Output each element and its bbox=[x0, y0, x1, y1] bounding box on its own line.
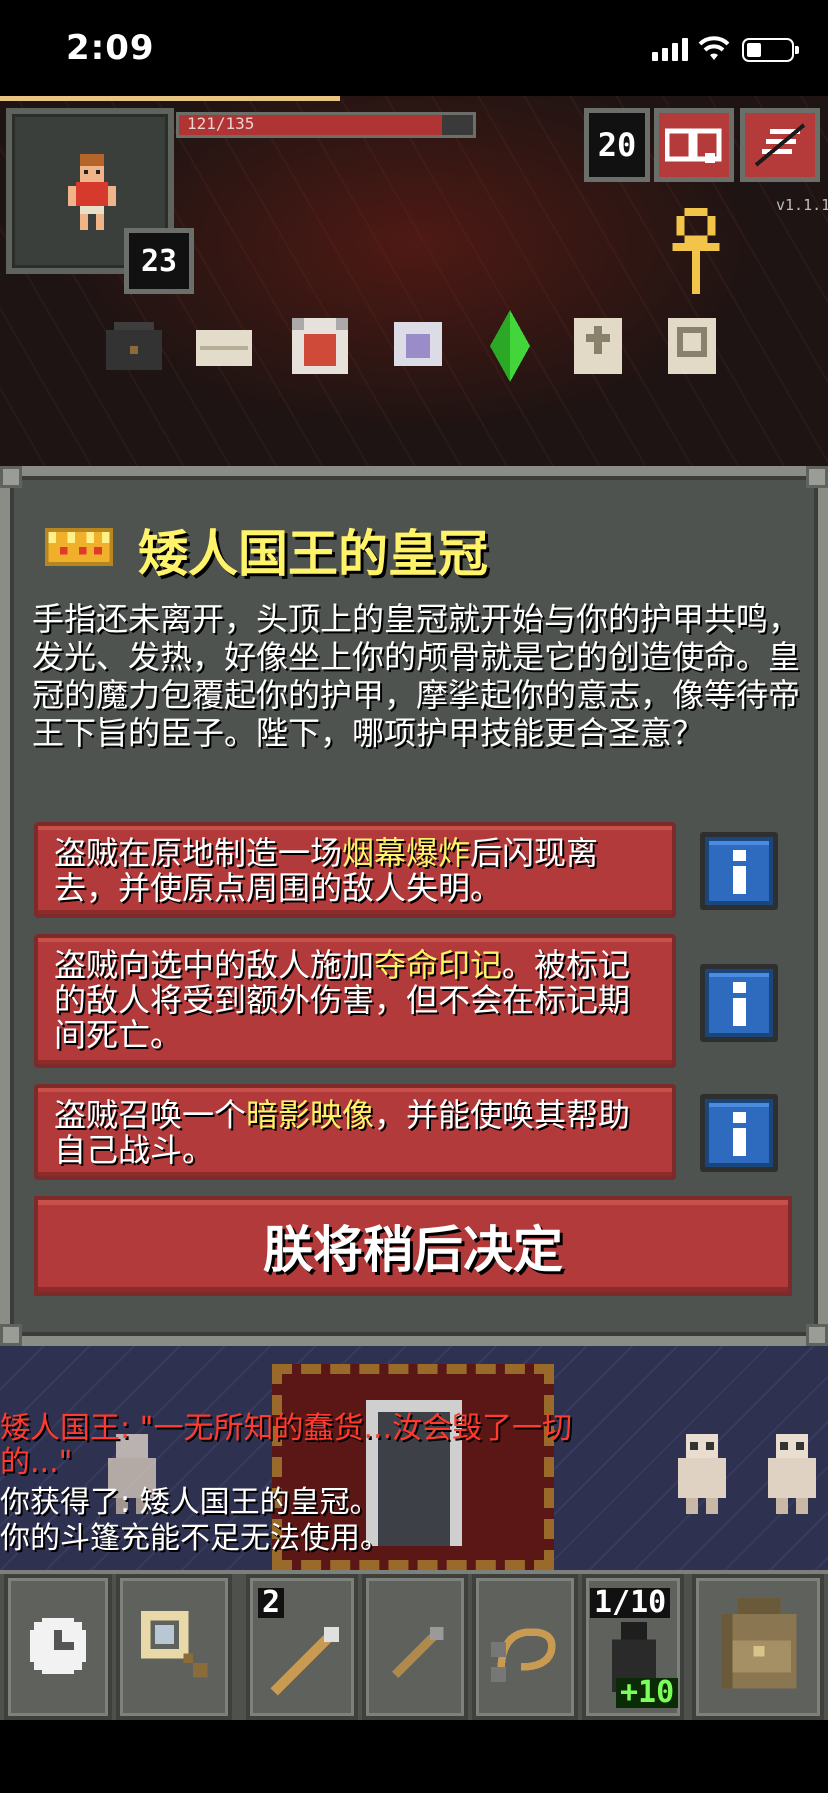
quickslot-4[interactable]: 1/10 +10 bbox=[582, 1574, 684, 1720]
quickslot-1[interactable]: 2 bbox=[246, 1574, 358, 1720]
game-log-line: 你的斗篷充能不足无法使用。 bbox=[0, 1521, 390, 1556]
quickslot-2[interactable] bbox=[362, 1574, 468, 1720]
dialog-corner bbox=[806, 466, 828, 488]
info-button-smoke-bomb[interactable] bbox=[700, 832, 778, 910]
choice-text: 盗贼向选中的敌人施加 bbox=[54, 946, 375, 984]
hero-sprite bbox=[68, 154, 116, 230]
scale-armor-item[interactable] bbox=[382, 310, 454, 382]
experience-bar bbox=[0, 96, 340, 101]
journal-icon bbox=[665, 128, 722, 163]
hp-bar: 121/135 bbox=[176, 112, 476, 138]
clock-icon bbox=[30, 1618, 86, 1674]
info-button-shadow-clone[interactable] bbox=[700, 1094, 778, 1172]
ability-choice-smoke-bomb[interactable]: 盗贼在原地制造一场烟幕爆炸后闪现离去，并使原点周围的敌人失明。 bbox=[34, 822, 676, 918]
dark-helm-item[interactable] bbox=[98, 310, 170, 382]
status-time: 2:09 bbox=[66, 28, 155, 68]
dart-icon bbox=[392, 1626, 444, 1678]
ankh-icon bbox=[672, 208, 720, 294]
home-indicator-area bbox=[0, 1720, 828, 1793]
quickslot-quantity: 2 bbox=[258, 1588, 285, 1618]
info-icon bbox=[705, 1099, 773, 1167]
search-icon bbox=[140, 1610, 208, 1678]
info-button-death-mark[interactable] bbox=[700, 964, 778, 1042]
game-log-line: 的..." bbox=[0, 1445, 73, 1480]
journal-button[interactable] bbox=[654, 108, 734, 182]
ability-choice-death-mark[interactable]: 盗贼向选中的敌人施加夺命印记。被标记的敌人将受到额外伤害，但不会在标记期间死亡。 bbox=[34, 934, 676, 1068]
spear-icon bbox=[270, 1627, 339, 1696]
ability-choice-shadow-clone[interactable]: 盗贼召唤一个暗影映像，并能使唤其帮助自己战斗。 bbox=[34, 1084, 676, 1180]
backpack-button[interactable] bbox=[692, 1574, 824, 1720]
choice-highlight: 暗影映像 bbox=[246, 1096, 375, 1134]
search-button[interactable] bbox=[116, 1574, 232, 1720]
tombstone-item[interactable] bbox=[562, 310, 634, 382]
version-label: v1.1.1 bbox=[776, 196, 828, 214]
dialog-corner bbox=[0, 1324, 22, 1346]
wifi-icon bbox=[698, 36, 730, 60]
quickslot-quantity: 1/10 bbox=[590, 1588, 671, 1618]
wait-button[interactable] bbox=[4, 1574, 112, 1720]
decide-later-button[interactable]: 朕将稍后决定 bbox=[34, 1196, 792, 1296]
scroll-item[interactable] bbox=[656, 310, 728, 382]
quickslot-3[interactable] bbox=[472, 1574, 578, 1720]
green-gem-item[interactable] bbox=[474, 310, 546, 382]
dwarf-monk-sprite[interactable] bbox=[670, 1434, 734, 1514]
chain-whip-icon bbox=[491, 1628, 556, 1682]
dialog-corner bbox=[0, 466, 22, 488]
plate-armor-item[interactable] bbox=[284, 310, 356, 382]
status-bar: 2:09 bbox=[0, 0, 828, 96]
dialog-corner bbox=[806, 1324, 828, 1346]
choice-highlight: 烟幕爆炸 bbox=[342, 834, 471, 872]
dwarf-monk-sprite[interactable] bbox=[760, 1434, 824, 1514]
choice-text: 盗贼在原地制造一场 bbox=[54, 834, 343, 872]
dialog-description: 手指还未离开，头顶上的皇冠就开始与你的护甲共鸣，发光、发热，好像坐上你的颅骨就是… bbox=[32, 600, 801, 752]
hero-level-badge: 23 bbox=[124, 228, 194, 294]
info-icon bbox=[705, 969, 773, 1037]
menu-icon bbox=[754, 123, 806, 167]
cloth-bundle-item[interactable] bbox=[188, 310, 260, 382]
battery-icon bbox=[742, 38, 799, 62]
menu-button[interactable] bbox=[740, 108, 820, 182]
game-log-line: 矮人国王: "一无所知的蠢货...汝会毁了一切 bbox=[0, 1411, 573, 1446]
backpack-icon bbox=[721, 1598, 797, 1689]
dungeon-depth-badge: 20 bbox=[584, 108, 650, 182]
dialog-title: 矮人国王的皇冠 bbox=[138, 525, 488, 583]
choice-highlight: 夺命印记 bbox=[374, 946, 503, 984]
game-log-line: 你获得了: 矮人国王的皇冠。 bbox=[0, 1485, 380, 1520]
crown-icon bbox=[44, 528, 114, 566]
choice-text: 盗贼召唤一个 bbox=[54, 1096, 247, 1134]
info-icon bbox=[705, 837, 773, 905]
quickslot-bonus: +10 bbox=[616, 1678, 679, 1708]
hp-text: 121/135 bbox=[187, 114, 255, 133]
